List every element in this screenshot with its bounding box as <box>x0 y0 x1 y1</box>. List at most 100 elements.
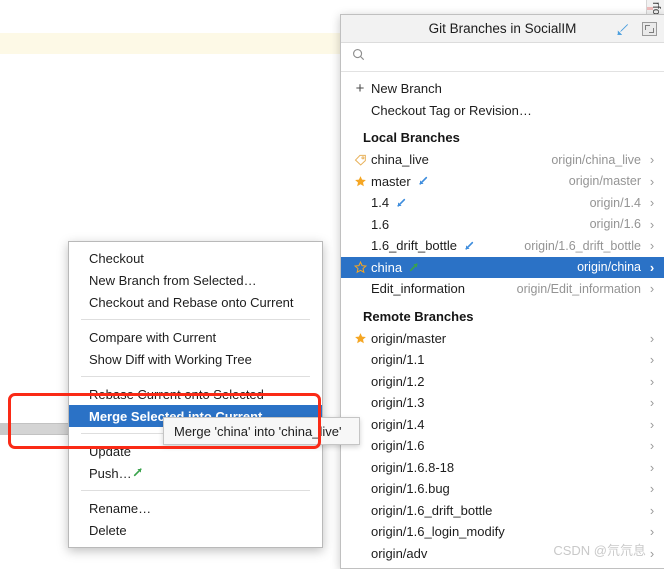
chevron-right-icon: › <box>649 216 655 232</box>
chevron-right-icon: › <box>649 502 655 518</box>
chevron-right-icon: › <box>649 373 655 389</box>
list-item[interactable]: 1.6 origin/1.6 › <box>341 214 664 236</box>
menu-separator <box>81 376 310 377</box>
menu-separator <box>81 319 310 320</box>
branch-name: 1.6 <box>371 216 390 232</box>
tracking-branch: origin/Edit_information <box>516 281 641 296</box>
tracking-branch: origin/1.6_drift_bottle <box>524 238 641 253</box>
branch-name: origin/1.4 <box>371 416 425 432</box>
list-item[interactable]: origin/china › <box>341 564 664 568</box>
screen: rfo Git Branches in SocialIM + New Branc… <box>0 0 664 569</box>
chevron-right-icon: › <box>649 416 655 432</box>
star-filled-icon <box>349 332 371 345</box>
list-item[interactable]: 1.4 origin/1.4 › <box>341 192 664 214</box>
list-item[interactable]: origin/1.6_login_modify › <box>341 521 664 543</box>
menu-item-label: Push… <box>89 465 132 481</box>
list-item[interactable]: 1.6_drift_bottle origin/1.6_drift_bottle… <box>341 235 664 257</box>
pin-window-icon[interactable] <box>614 21 631 37</box>
plus-icon: + <box>355 80 365 98</box>
outgoing-changes-icon <box>132 466 144 481</box>
chevron-right-icon: › <box>649 438 655 454</box>
search-input[interactable] <box>372 49 658 65</box>
expand-window-icon[interactable] <box>641 21 658 37</box>
list-item[interactable]: master origin/master › <box>341 171 664 193</box>
menu-item-compare-with-current[interactable]: Compare with Current <box>69 326 322 348</box>
chevron-right-icon: › <box>649 395 655 411</box>
menu-item-show-diff-with-working-tree[interactable]: Show Diff with Working Tree <box>69 348 322 370</box>
background-toolbar-handle <box>0 423 10 435</box>
checkout-tag-label: Checkout Tag or Revision… <box>371 102 532 118</box>
incoming-changes-icon <box>417 175 429 187</box>
chevron-right-icon: › <box>649 195 655 211</box>
merge-tooltip-text: Merge 'china' into 'china_live' <box>174 423 342 439</box>
chevron-right-icon: › <box>649 481 655 497</box>
branch-name: Edit_information <box>371 281 465 297</box>
editor-highlight-band <box>0 33 340 54</box>
list-item[interactable]: china_live origin/china_live › <box>341 149 664 171</box>
chevron-right-icon: › <box>649 173 655 189</box>
menu-item-label: Checkout and Rebase onto Current <box>89 294 294 310</box>
page-title: Git Branches in SocialIM <box>428 21 577 36</box>
tracking-branch: origin/1.6 <box>589 217 641 232</box>
branch-name: origin/1.3 <box>371 395 425 411</box>
menu-item-label: Show Diff with Working Tree <box>89 351 252 367</box>
list-item[interactable]: Edit_information origin/Edit_information… <box>341 278 664 300</box>
menu-item-label: Delete <box>89 522 127 538</box>
list-item[interactable]: origin/1.4 › <box>341 414 664 436</box>
branch-list: + New Branch Checkout Tag or Revision… L… <box>341 72 664 568</box>
menu-item-checkout[interactable]: Checkout <box>69 247 322 269</box>
checkout-tag-or-revision-action[interactable]: Checkout Tag or Revision… <box>341 100 664 122</box>
branch-name: master <box>371 173 411 189</box>
list-item[interactable]: origin/1.6 › <box>341 435 664 457</box>
popup-title-bar: Git Branches in SocialIM <box>341 15 664 43</box>
menu-item-label: Rebase Current onto Selected <box>89 386 264 402</box>
list-item[interactable]: origin/1.2 › <box>341 371 664 393</box>
branch-name: origin/1.2 <box>371 373 425 389</box>
git-branches-popup: Git Branches in SocialIM + New Branch Ch… <box>340 14 664 569</box>
branch-name: china <box>371 259 403 275</box>
branch-name: origin/china <box>371 567 438 568</box>
tracking-branch: origin/china <box>577 260 641 275</box>
branch-name: origin/1.6.bug <box>371 481 450 497</box>
new-branch-action[interactable]: + New Branch <box>341 78 664 100</box>
menu-item-label: New Branch from Selected… <box>89 272 257 288</box>
list-item[interactable]: origin/1.6.8-18 › <box>341 457 664 479</box>
chevron-right-icon: › <box>649 459 655 475</box>
branch-name: origin/1.6_drift_bottle <box>371 502 493 518</box>
branch-name: origin/adv <box>371 545 428 561</box>
remote-branches-header: Remote Branches <box>363 308 474 324</box>
local-branches-header: Local Branches <box>363 130 460 145</box>
chevron-right-icon: › <box>649 259 655 275</box>
menu-item-new-branch-from-selected[interactable]: New Branch from Selected… <box>69 269 322 291</box>
menu-item-label: Compare with Current <box>89 329 217 345</box>
star-outline-icon <box>349 260 371 274</box>
list-item[interactable]: origin/master › <box>341 328 664 350</box>
list-item[interactable]: origin/1.1 › <box>341 349 664 371</box>
branch-name: origin/master <box>371 330 447 346</box>
branch-search-row[interactable] <box>341 43 664 72</box>
chevron-right-icon: › <box>649 281 655 297</box>
chevron-right-icon: › <box>649 545 655 561</box>
list-item[interactable]: origin/adv › <box>341 543 664 565</box>
menu-item-label: Checkout <box>89 250 144 266</box>
new-branch-label: New Branch <box>371 81 442 97</box>
chevron-right-icon: › <box>649 352 655 368</box>
menu-item-checkout-and-rebase-onto-current[interactable]: Checkout and Rebase onto Current <box>69 291 322 313</box>
branch-name: china_live <box>371 152 429 168</box>
menu-item-delete[interactable]: Delete <box>69 519 322 541</box>
menu-separator <box>81 490 310 491</box>
side-tool-window-tab-label: rfo <box>650 2 662 15</box>
menu-item-rename[interactable]: Rename… <box>69 497 322 519</box>
list-item[interactable]: origin/1.6_drift_bottle › <box>341 500 664 522</box>
list-item[interactable]: origin/1.3 › <box>341 392 664 414</box>
menu-item-push[interactable]: Push… <box>69 462 322 484</box>
chevron-right-icon: › <box>649 152 655 168</box>
menu-item-label: Rename… <box>89 500 152 516</box>
list-item[interactable]: origin/1.6.bug › <box>341 478 664 500</box>
branch-context-menu: Checkout New Branch from Selected… Check… <box>68 241 323 548</box>
merge-tooltip: Merge 'china' into 'china_live' <box>163 417 360 445</box>
chevron-right-icon: › <box>649 524 655 540</box>
tracking-branch: origin/china_live <box>551 152 641 167</box>
menu-item-rebase-current-onto-selected[interactable]: Rebase Current onto Selected <box>69 383 322 405</box>
list-item-selected-china[interactable]: china origin/china › <box>341 256 664 278</box>
